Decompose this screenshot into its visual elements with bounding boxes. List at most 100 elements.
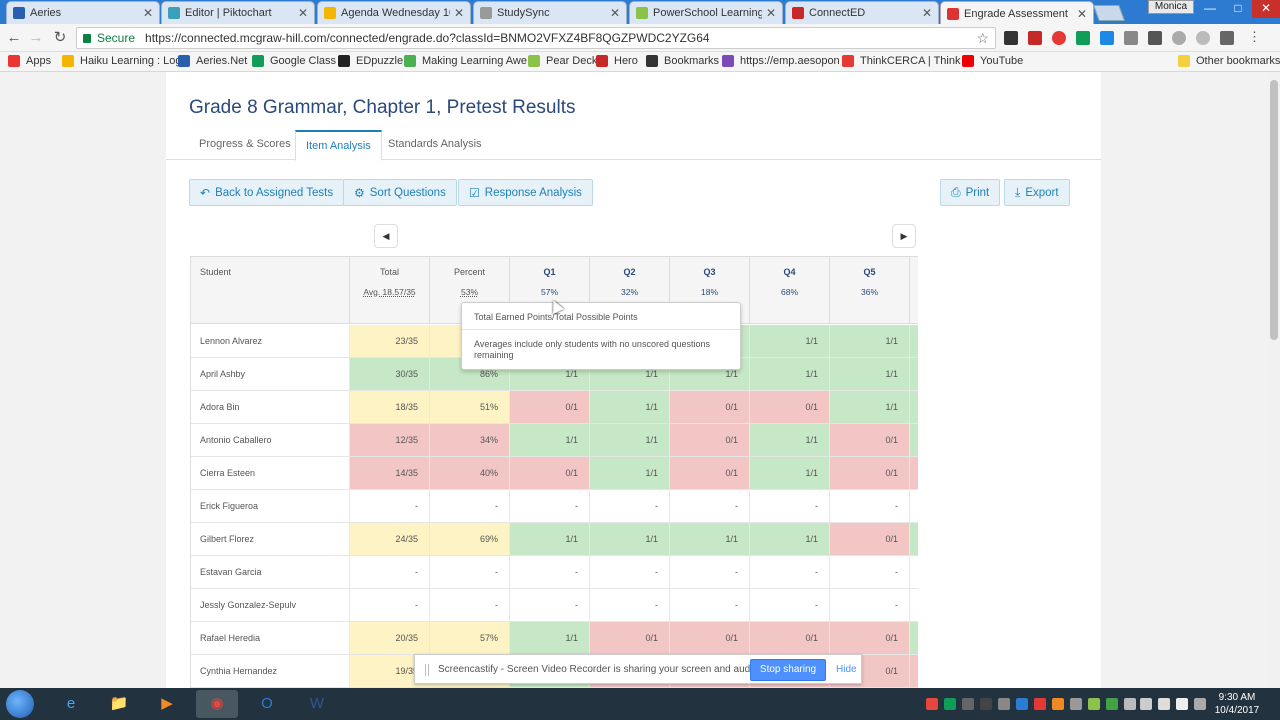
question-score-cell[interactable]: 1/1 — [590, 391, 670, 423]
extension-icon[interactable] — [1100, 31, 1114, 45]
question-score-cell[interactable]: 0/1 — [590, 622, 670, 654]
page-scrollbar[interactable] — [1268, 72, 1280, 688]
close-window-icon[interactable]: ✕ — [1252, 0, 1280, 18]
tray-icon[interactable] — [998, 698, 1010, 710]
scroll-right-button[interactable]: ▶ — [892, 224, 916, 248]
maximize-icon[interactable]: □ — [1224, 0, 1252, 18]
browser-tab[interactable]: PowerSchool Learning : S ✕ — [629, 1, 783, 24]
question-score-cell[interactable]: 0/1 — [670, 457, 750, 489]
bookmark-item[interactable]: Google Class — [252, 55, 336, 67]
question-score-cell[interactable]: 1/1 — [750, 424, 830, 456]
question-score-cell[interactable]: 0/1 — [750, 391, 830, 423]
volume-icon[interactable] — [1176, 698, 1188, 710]
question-score-cell[interactable]: 1/1 — [830, 391, 910, 423]
header-question[interactable]: Q5 36% — [830, 257, 910, 324]
stop-sharing-button[interactable]: Stop sharing — [750, 659, 826, 681]
question-score-cell[interactable]: - — [670, 589, 750, 621]
question-score-cell[interactable]: - — [830, 589, 910, 621]
question-score-cell[interactable]: 1/1 — [750, 358, 830, 390]
question-score-cell[interactable]: 1/1 — [510, 622, 590, 654]
question-score-cell[interactable]: 0/1 — [670, 622, 750, 654]
browser-tab[interactable]: ConnectED ✕ — [785, 1, 939, 24]
question-score-cell[interactable]: - — [590, 490, 670, 522]
print-button[interactable]: ⎙ Print — [940, 179, 1001, 206]
question-score-cell[interactable]: 0/1 — [670, 391, 750, 423]
question-score-cell[interactable]: - — [670, 556, 750, 588]
close-tab-icon[interactable]: ✕ — [922, 6, 932, 20]
question-score-cell[interactable]: - — [510, 556, 590, 588]
question-score-cell[interactable]: - — [830, 490, 910, 522]
bluetooth-icon[interactable] — [980, 698, 992, 710]
battery-icon[interactable] — [1140, 698, 1152, 710]
bookmark-item[interactable]: Bookmarks — [646, 55, 719, 67]
question-score-cell[interactable]: 1/1 — [590, 457, 670, 489]
question-score-cell[interactable]: - — [750, 589, 830, 621]
close-tab-icon[interactable]: ✕ — [143, 6, 153, 20]
extension-icon[interactable] — [1196, 31, 1210, 45]
question-score-cell[interactable]: 1/1 — [750, 457, 830, 489]
question-score-cell[interactable]: 1/1 — [590, 424, 670, 456]
reload-icon[interactable]: ↻ — [50, 28, 70, 48]
tray-icon[interactable] — [962, 698, 974, 710]
browser-tab[interactable]: Aeries ✕ — [6, 1, 160, 24]
question-score-cell[interactable]: - — [590, 589, 670, 621]
student-name[interactable]: Estavan Garcia — [191, 556, 350, 588]
tab-item-analysis[interactable]: Item Analysis — [295, 130, 382, 161]
question-score-cell[interactable]: 0/1 — [830, 622, 910, 654]
drag-handle-icon[interactable] — [425, 664, 429, 676]
question-score-cell[interactable]: 1/1 — [510, 424, 590, 456]
question-score-cell[interactable]: 1/1 — [670, 523, 750, 555]
question-score-cell[interactable]: 1/1 — [590, 523, 670, 555]
question-score-cell[interactable]: - — [590, 556, 670, 588]
close-tab-icon[interactable]: ✕ — [766, 6, 776, 20]
tray-icon[interactable] — [1088, 698, 1100, 710]
address-bar[interactable]: Secure https://connected.mcgraw-hill.com… — [76, 27, 996, 49]
menu-icon[interactable]: ⋮ — [1248, 30, 1262, 45]
scroll-left-button[interactable]: ◀ — [374, 224, 398, 248]
tab-standards-analysis[interactable]: Standards Analysis — [378, 130, 492, 160]
bookmark-item[interactable]: Pear Deck — [528, 55, 597, 67]
forward-icon[interactable]: → — [26, 28, 46, 48]
close-tab-icon[interactable]: ✕ — [454, 6, 464, 20]
sort-questions-button[interactable]: ⚙ Sort Questions — [343, 179, 457, 206]
bookmark-item[interactable]: Other bookmarks — [1178, 55, 1280, 67]
question-score-cell[interactable]: 1/1 — [510, 523, 590, 555]
question-score-cell[interactable]: - — [670, 490, 750, 522]
tray-icon[interactable] — [1034, 698, 1046, 710]
extension-icon[interactable] — [1148, 31, 1162, 45]
response-analysis-button[interactable]: ☑ Response Analysis — [458, 179, 593, 206]
question-score-cell[interactable]: - — [510, 490, 590, 522]
question-score-cell[interactable]: 1/1 — [830, 358, 910, 390]
extension-icon[interactable] — [1028, 31, 1042, 45]
close-tab-icon[interactable]: ✕ — [610, 6, 620, 20]
extension-icon[interactable] — [1172, 31, 1186, 45]
student-name[interactable]: Cierra Esteen — [191, 457, 350, 489]
question-score-cell[interactable]: 1/1 — [750, 325, 830, 357]
hide-button[interactable]: Hide — [836, 664, 857, 675]
question-score-cell[interactable]: 0/1 — [830, 457, 910, 489]
student-name[interactable]: Cynthia Hernandez — [191, 655, 350, 687]
tab-progress-scores[interactable]: Progress & Scores — [189, 130, 301, 160]
student-name[interactable]: Rafael Heredia — [191, 622, 350, 654]
minimize-icon[interactable]: — — [1196, 0, 1224, 18]
student-name[interactable]: Gilbert Florez — [191, 523, 350, 555]
bookmark-item[interactable]: ThinkCERCA | Think C — [842, 55, 971, 67]
student-name[interactable]: Jessly Gonzalez-Sepulv — [191, 589, 350, 621]
bookmark-item[interactable]: Hero — [596, 55, 638, 67]
header-question[interactable]: Q4 68% — [750, 257, 830, 324]
close-tab-icon[interactable]: ✕ — [1077, 7, 1087, 21]
tray-icon[interactable] — [1106, 698, 1118, 710]
internet-explorer-icon[interactable]: e — [50, 690, 92, 718]
word-icon[interactable]: W — [296, 690, 338, 718]
new-tab-button[interactable] — [1093, 5, 1125, 21]
student-name[interactable]: Erick Figueroa — [191, 490, 350, 522]
question-score-cell[interactable]: - — [750, 490, 830, 522]
star-icon[interactable]: ☆ — [976, 30, 989, 47]
question-score-cell[interactable]: 0/1 — [830, 523, 910, 555]
extension-icon[interactable] — [1220, 31, 1234, 45]
file-explorer-icon[interactable]: 📁 — [98, 690, 140, 718]
profile-button[interactable]: Monica — [1148, 0, 1194, 14]
bookmark-item[interactable]: Aeries.Net — [178, 55, 247, 67]
question-score-cell[interactable]: 1/1 — [750, 523, 830, 555]
student-name[interactable]: Adora Bin — [191, 391, 350, 423]
